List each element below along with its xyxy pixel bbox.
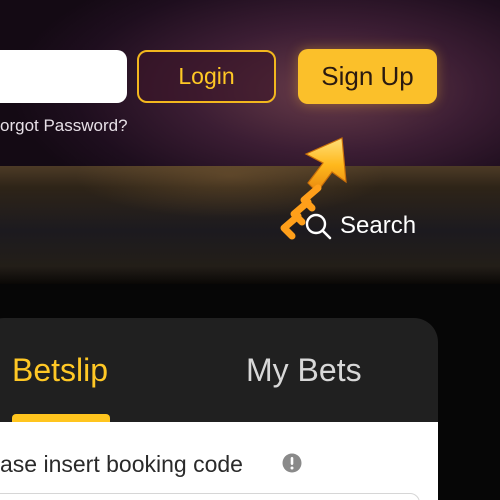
info-icon[interactable]	[282, 453, 302, 473]
username-input[interactable]	[0, 50, 127, 103]
booking-code-label: ase insert booking code	[0, 451, 243, 477]
signup-button[interactable]: Sign Up	[298, 49, 437, 104]
login-button[interactable]: Login	[137, 50, 276, 103]
search-button[interactable]: Search	[304, 206, 416, 246]
active-tab-indicator	[12, 414, 110, 422]
booking-code-input[interactable]	[0, 493, 420, 500]
forgot-password-link[interactable]: orgot Password?	[0, 116, 128, 136]
tab-my-bets[interactable]: My Bets	[246, 352, 362, 389]
search-bar-glow	[0, 166, 500, 284]
search-label: Search	[340, 212, 417, 239]
tab-betslip[interactable]: Betslip	[12, 352, 108, 389]
search-icon	[305, 213, 332, 240]
